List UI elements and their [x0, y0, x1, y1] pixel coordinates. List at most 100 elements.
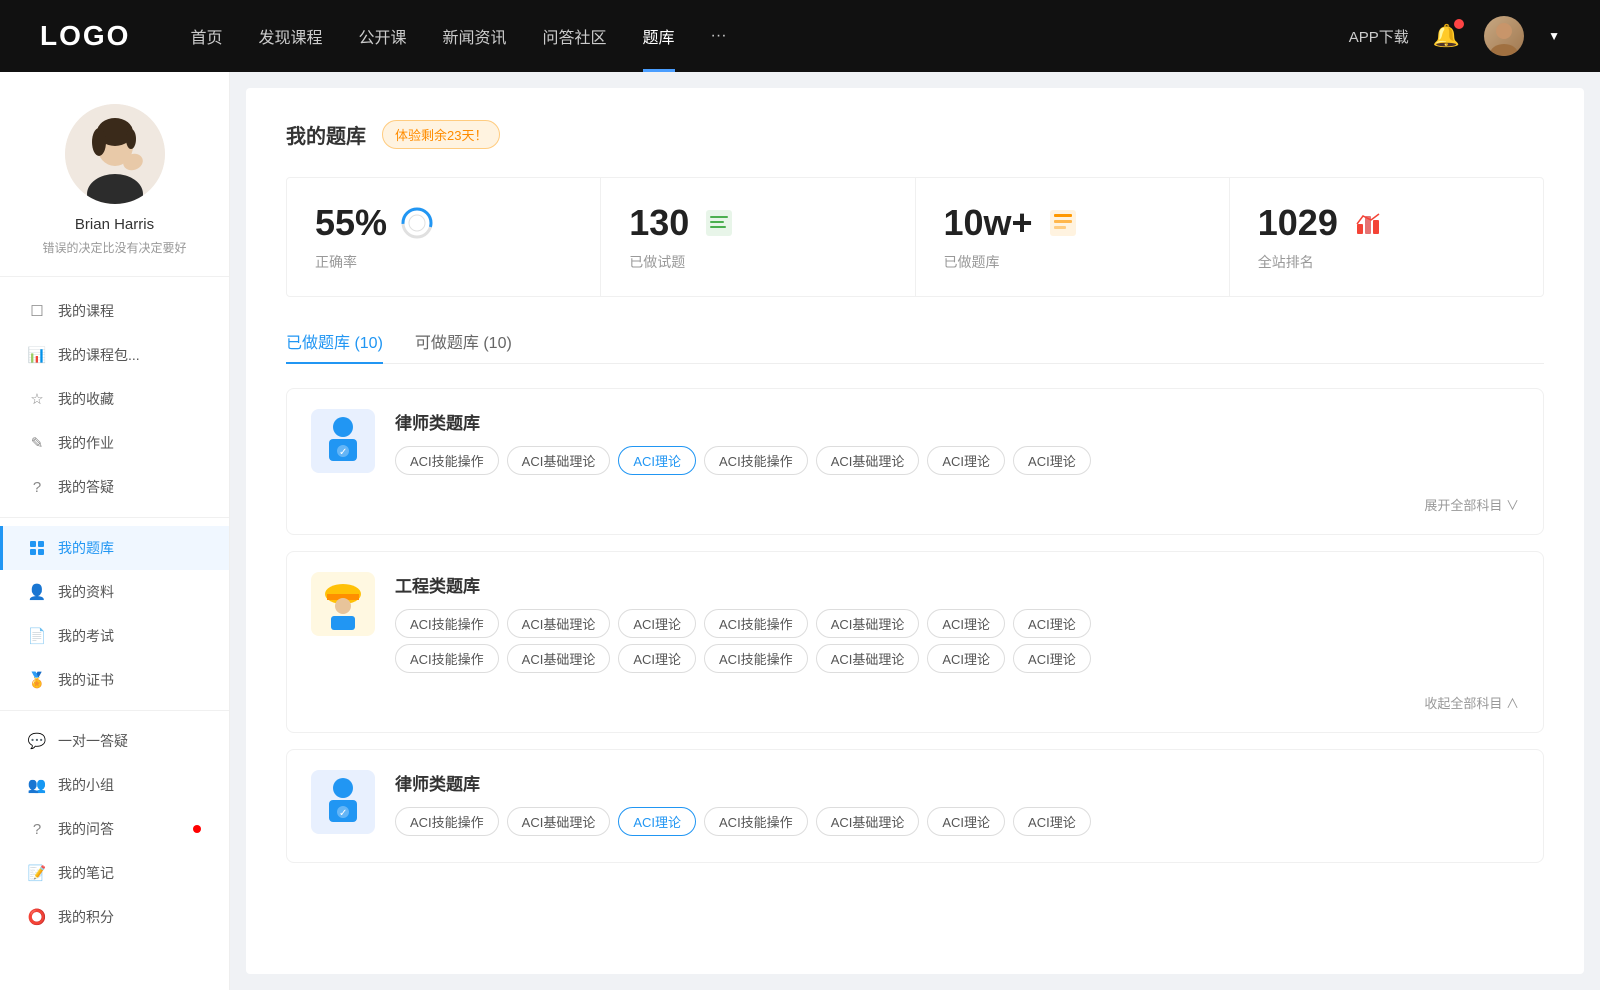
stat-accuracy-label: 正确率: [315, 252, 572, 272]
eng-tag-3[interactable]: ACI理论: [618, 609, 696, 638]
cert-icon: 🏅: [28, 671, 46, 689]
bar-chart-icon: [1350, 205, 1386, 241]
qbank-item-engineer: 工程类题库 ACI技能操作 ACI基础理论 ACI理论 ACI技能操作 ACI基…: [286, 551, 1544, 733]
file-icon: ☐: [28, 302, 46, 320]
tag-aci-basic-2[interactable]: ACI基础理论: [816, 446, 920, 475]
law2-tag-7[interactable]: ACI理论: [1013, 807, 1091, 836]
eng-tag-8[interactable]: ACI技能操作: [395, 644, 499, 673]
qbank-tags-row-engineer-2: ACI技能操作 ACI基础理论 ACI理论 ACI技能操作 ACI基础理论 AC…: [395, 644, 1519, 673]
law2-tag-1[interactable]: ACI技能操作: [395, 807, 499, 836]
logo[interactable]: LOGO: [40, 20, 130, 52]
sidebar-item-group[interactable]: 👥 我的小组: [0, 763, 229, 807]
nav-discover[interactable]: 发现课程: [258, 24, 322, 48]
sidebar-label-homework: 我的作业: [58, 433, 201, 453]
eng-tag-13[interactable]: ACI理论: [927, 644, 1005, 673]
nav-qa[interactable]: 问答社区: [543, 24, 607, 48]
sidebar-item-qa[interactable]: ? 我的答疑: [0, 465, 229, 509]
eng-tag-7[interactable]: ACI理论: [1013, 609, 1091, 638]
eng-tag-1[interactable]: ACI技能操作: [395, 609, 499, 638]
tag-aci-theory-1[interactable]: ACI理论: [927, 446, 1005, 475]
sidebar-item-points[interactable]: ⭕ 我的积分: [0, 895, 229, 939]
qbank-title-engineer: 工程类题库: [395, 572, 1519, 597]
tab-done[interactable]: 已做题库 (10): [286, 329, 383, 363]
nav-news[interactable]: 新闻资讯: [443, 24, 507, 48]
eng-tag-4[interactable]: ACI技能操作: [704, 609, 808, 638]
stat-done-questions-top: 130: [629, 202, 886, 244]
grid-icon: [28, 539, 46, 557]
eng-tag-14[interactable]: ACI理论: [1013, 644, 1091, 673]
sidebar-item-exam[interactable]: 📄 我的考试: [0, 614, 229, 658]
sidebar-nav: ☐ 我的课程 📊 我的课程包... ☆ 我的收藏 ✎ 我的作业 ? 我的答疑: [0, 277, 229, 951]
sidebar-label-mycourse: 我的课程: [58, 301, 201, 321]
nav-more[interactable]: ···: [711, 27, 727, 45]
sidebar-item-questionbank[interactable]: 我的题库: [0, 526, 229, 570]
eng-tag-10[interactable]: ACI理论: [618, 644, 696, 673]
law2-tag-5[interactable]: ACI基础理论: [816, 807, 920, 836]
sidebar-item-certificate[interactable]: 🏅 我的证书: [0, 658, 229, 702]
eng-tag-6[interactable]: ACI理论: [927, 609, 1005, 638]
qbank-tags-row-lawyer-1: ACI技能操作 ACI基础理论 ACI理论 ACI技能操作 ACI基础理论 AC…: [395, 446, 1519, 475]
eng-tag-11[interactable]: ACI技能操作: [704, 644, 808, 673]
svg-text:✓: ✓: [339, 808, 347, 819]
law2-tag-active[interactable]: ACI理论: [618, 807, 696, 836]
question-bank-tabs: 已做题库 (10) 可做题库 (10): [286, 329, 1544, 364]
qbank-title-lawyer-2: 律师类题库: [395, 770, 1519, 795]
eng-tag-5[interactable]: ACI基础理论: [816, 609, 920, 638]
tag-aci-skill-2[interactable]: ACI技能操作: [704, 446, 808, 475]
eng-tag-12[interactable]: ACI基础理论: [816, 644, 920, 673]
lawyer-icon-container: ✓: [311, 409, 375, 473]
tag-aci-theory-2[interactable]: ACI理论: [1013, 446, 1091, 475]
svg-text:✓: ✓: [339, 447, 347, 458]
avatar-dropdown-arrow[interactable]: ▼: [1548, 29, 1560, 43]
collapse-button-engineer[interactable]: 收起全部科目 ∧: [1424, 685, 1519, 712]
sidebar-label-oneone: 一对一答疑: [58, 731, 201, 751]
sidebar-label-group: 我的小组: [58, 775, 201, 795]
sidebar-label-notes: 我的笔记: [58, 863, 201, 883]
user-avatar[interactable]: [1484, 16, 1524, 56]
qbank-content-lawyer-2: 律师类题库 ACI技能操作 ACI基础理论 ACI理论 ACI技能操作 ACI基…: [395, 770, 1519, 842]
expand-button-lawyer-1[interactable]: 展开全部科目 ∨: [1424, 487, 1519, 514]
sidebar-item-coursepackage[interactable]: 📊 我的课程包...: [0, 333, 229, 377]
trial-badge: 体验剩余23天！: [382, 120, 500, 149]
expand-row-lawyer-1: 展开全部科目 ∨: [395, 487, 1519, 514]
stat-done-banks: 10w+ 已做题库: [916, 178, 1230, 296]
tag-aci-theory-active-1[interactable]: ACI理论: [618, 446, 696, 475]
nav-opencourse[interactable]: 公开课: [358, 24, 406, 48]
profile-avatar-image: [65, 104, 165, 204]
law2-tag-4[interactable]: ACI技能操作: [704, 807, 808, 836]
tag-aci-skill-1[interactable]: ACI技能操作: [395, 446, 499, 475]
app-download-button[interactable]: APP下载: [1349, 26, 1409, 47]
points-icon: ⭕: [28, 908, 46, 926]
group-icon: 👥: [28, 776, 46, 794]
sidebar-item-homework[interactable]: ✎ 我的作业: [0, 421, 229, 465]
sidebar-item-mycourse[interactable]: ☐ 我的课程: [0, 289, 229, 333]
expand-row-engineer: 收起全部科目 ∧: [395, 685, 1519, 712]
law2-tag-2[interactable]: ACI基础理论: [507, 807, 611, 836]
law2-tag-6[interactable]: ACI理论: [927, 807, 1005, 836]
myqa-badge: [193, 825, 201, 833]
profile-avatar: [65, 104, 165, 204]
profile-motto: 错误的决定比没有决定要好: [42, 239, 186, 256]
sidebar-item-profile[interactable]: 👤 我的资料: [0, 570, 229, 614]
page-header: 我的题库 体验剩余23天！: [286, 120, 1544, 149]
sidebar-item-favorites[interactable]: ☆ 我的收藏: [0, 377, 229, 421]
sidebar-label-questionbank: 我的题库: [58, 538, 201, 558]
sidebar-item-oneone[interactable]: 💬 一对一答疑: [0, 719, 229, 763]
sidebar-item-myqa[interactable]: ? 我的问答: [0, 807, 229, 851]
avatar-image: [1484, 16, 1524, 56]
eng-tag-2[interactable]: ACI基础理论: [507, 609, 611, 638]
nav-home[interactable]: 首页: [190, 24, 222, 48]
qbank-tags-engineer: ACI技能操作 ACI基础理论 ACI理论 ACI技能操作 ACI基础理论 AC…: [395, 609, 1519, 712]
stat-done-questions-value: 130: [629, 202, 689, 244]
sidebar-divider-2: [0, 710, 229, 711]
sidebar-label-qa: 我的答疑: [58, 477, 201, 497]
notification-bell[interactable]: 🔔: [1433, 23, 1460, 49]
tag-aci-basic-1[interactable]: ACI基础理论: [507, 446, 611, 475]
sidebar-item-notes[interactable]: 📝 我的笔记: [0, 851, 229, 895]
nav-questionbank[interactable]: 题库: [643, 24, 675, 48]
stat-accuracy-value: 55%: [315, 202, 387, 244]
page-title: 我的题库: [286, 120, 366, 149]
eng-tag-9[interactable]: ACI基础理论: [507, 644, 611, 673]
tab-available[interactable]: 可做题库 (10): [415, 329, 512, 363]
qbank-content-lawyer-1: 律师类题库 ACI技能操作 ACI基础理论 ACI理论 ACI技能操作 ACI基…: [395, 409, 1519, 514]
